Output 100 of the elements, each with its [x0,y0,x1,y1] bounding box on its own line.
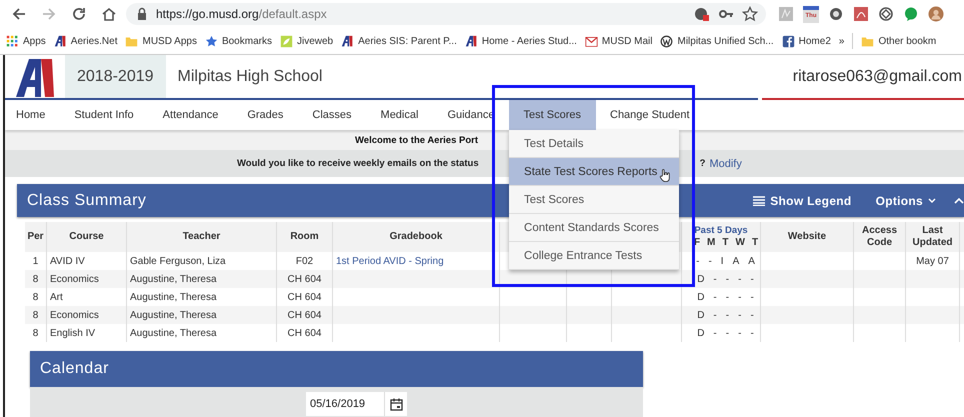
welcome-message: Welcome to the Aeries Port [355,134,478,146]
avatar-icon[interactable] [928,6,944,22]
table-cell: Economics [50,274,99,284]
hand-cursor-icon [659,168,672,183]
nav-tab[interactable]: Medical [366,100,433,130]
bookmark-link[interactable]: MUSD Mail [602,36,652,46]
column-header: Last Updated [912,225,954,249]
table-cell: CH 604 [288,310,322,320]
table-cell: Augustine, Theresa [130,310,217,320]
nav-tab[interactable]: Student Info [60,100,148,130]
attendance-mark: - [713,328,717,338]
table-cell: May 07 [916,256,949,266]
nav-tab[interactable]: Guidance [432,100,510,130]
nav-tab[interactable]: Test Scores [509,100,596,130]
mail-icon[interactable] [584,34,598,48]
panel-title: Calendar [39,360,109,378]
menu-item[interactable]: Test Scores [509,186,680,214]
nav-tab[interactable]: Change Student [596,100,704,130]
bookmark-link[interactable]: Aeries.Net [70,36,118,46]
attendance-mark: - [750,274,754,284]
table-cell: Economics [50,310,99,320]
column-header: Teacher [182,231,220,243]
apps-grid-icon[interactable] [6,34,19,48]
logo-icon[interactable] [54,34,67,48]
attendance-mark: I [720,256,724,266]
table-cell: CH 604 [288,274,322,284]
social-icon[interactable] [782,34,795,48]
attendance-mark: - [726,328,730,338]
column-header: Gradebook [390,231,442,243]
menu-item[interactable]: College Entrance Tests [509,242,680,270]
attendance-mark: - [750,310,754,320]
attendance-mark: A [748,256,755,266]
attendance-mark: D [697,274,704,284]
attendance-mark: - [750,292,754,302]
bookmark-link[interactable]: Bookmarks [222,36,272,46]
day-label: M [707,236,716,249]
table-cell: English IV [50,328,96,338]
url-text: https://go.musd.org/default.aspx [156,7,327,21]
menu-item[interactable]: Test Details [509,130,680,158]
menu-item[interactable]: State Test Scores Reports [509,158,680,186]
school-year: 2018-2019 [65,55,166,98]
circle-icon[interactable] [828,6,844,22]
show-legend-button[interactable]: Show Legend [753,194,852,208]
table-cell: Augustine, Theresa [130,274,217,284]
table-cell: 8 [32,328,38,338]
attendance-mark: - [750,328,754,338]
bookmark-link[interactable]: Jiveweb [296,36,334,46]
bookmark-link[interactable]: Home - Aeries Stud... [482,36,577,46]
nav-tab[interactable]: Home [8,100,60,130]
attendance-mark: D [697,328,704,338]
reload-icon[interactable] [70,5,88,23]
table-cell: CH 604 [288,328,322,338]
column-header: Past 5 Days [694,225,748,237]
address-bar[interactable]: https://go.musd.org/default.aspx [126,3,766,25]
list-icon [753,196,766,206]
bookmark-link[interactable]: Aeries SIS: Parent P... [358,36,457,46]
attendance-mark: D [697,310,704,320]
table-cell: 8 [32,274,38,284]
table-cell: Augustine, Theresa [130,328,217,338]
calendar-icon [390,398,402,410]
bookmark-link[interactable]: Apps [23,36,46,46]
attendance-mark: - [708,256,712,266]
nav-tab[interactable]: Attendance [148,100,233,130]
bookmark-link[interactable]: Other bookm [878,36,936,46]
attendance-mark: - [738,274,742,284]
table-cell: 8 [32,292,38,302]
table-cell: Augustine, Theresa [130,292,217,302]
home-icon[interactable] [100,5,118,23]
caret-icon [928,198,936,204]
attendance-mark: D [697,292,704,302]
table-cell: AVID IV [50,256,85,266]
nav-tab[interactable]: Classes [298,100,366,130]
attendance-mark: - [738,292,742,302]
collapse-chevron-icon[interactable] [954,198,964,204]
email-prompt: Would you like to receive weekly emails on the status [237,158,479,169]
attendance-mark: - [696,256,700,266]
modify-link[interactable]: Modify [709,158,742,170]
bookmark-link[interactable]: Home2 [798,36,831,46]
logo-icon[interactable] [464,34,478,48]
bookmark-link[interactable]: Milpitas Unified Sch... [677,36,774,46]
table-cell: Art [50,292,63,302]
logo-icon[interactable] [341,34,354,48]
attendance-mark: - [726,274,730,284]
day-label: T [722,236,728,249]
column-header: Per [27,231,44,243]
attendance-mark: - [726,310,730,320]
table-cell: CH 604 [288,292,322,302]
options-button[interactable]: Options [876,194,936,208]
table-cell: 8 [32,310,38,320]
user-email: ritarose063@gmail.com [792,68,963,86]
panel-title: Class Summary [26,192,146,210]
overflow-chevron[interactable]: » [838,36,844,46]
nav-tab[interactable]: Grades [232,100,298,130]
bookmark-link[interactable]: MUSD Apps [142,36,197,46]
star-icon[interactable] [204,34,218,48]
chat-bubble-icon[interactable] [903,6,919,22]
gradebook-link[interactable]: 1st Period AVID - Spring [336,256,444,266]
column-header: Access Code [860,225,898,249]
star-icon[interactable] [742,6,758,22]
menu-item[interactable]: Content Standards Scores [509,214,680,242]
